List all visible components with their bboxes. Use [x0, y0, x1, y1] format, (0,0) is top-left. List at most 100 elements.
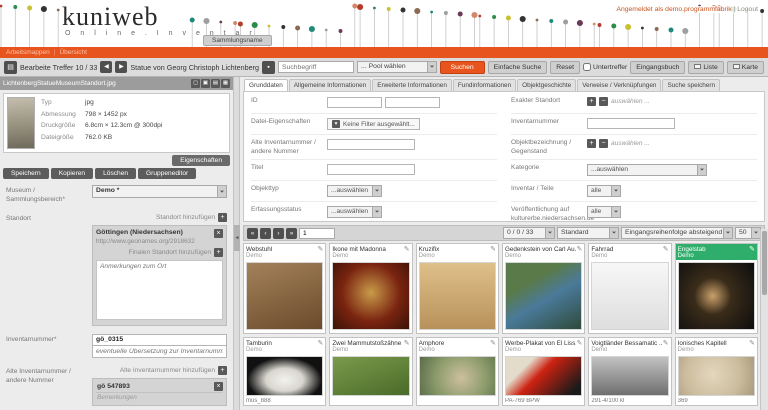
layout-select[interactable]: Standard	[557, 227, 619, 239]
result-card[interactable]: Zwei Mammutstoßzähne ✎ Demo	[329, 337, 413, 406]
remove-alte-nummer-icon[interactable]: ×	[214, 381, 223, 391]
add-icon[interactable]: +	[587, 139, 596, 148]
edit-pencil-icon[interactable]: ✎	[317, 339, 323, 347]
remove-icon[interactable]: −	[599, 97, 608, 106]
group-editor-button[interactable]: Gruppeneditor	[138, 168, 197, 179]
result-card[interactable]: Gedenkstein von Carl Au... ✎ Demo	[502, 243, 586, 334]
result-card[interactable]: Ikone mit Madonna ✎ Demo	[329, 243, 413, 334]
save-button[interactable]: Speichern	[3, 168, 49, 179]
edit-pencil-icon[interactable]: ✎	[317, 245, 323, 253]
result-card[interactable]: Webstuhl ✎ Demo	[243, 243, 327, 334]
next-page-button[interactable]: ›	[273, 227, 284, 239]
first-page-button[interactable]: «	[247, 227, 258, 239]
alte-nummer-remarks-placeholder[interactable]: Bemerkungen	[96, 391, 223, 402]
tab-allgemeine-informationen[interactable]: Allgemeine Informationen	[288, 79, 372, 91]
card-image[interactable]	[246, 262, 324, 330]
edit-pencil-icon[interactable]: ✎	[490, 339, 496, 347]
museum-select[interactable]: Demo *	[92, 185, 227, 198]
result-card[interactable]: Tamburin ✎ Demo mus_888	[243, 337, 327, 406]
inventarnummer-search-input[interactable]	[587, 118, 675, 129]
tab-fundinformationen[interactable]: Fundinformationen	[452, 79, 517, 91]
edit-pencil-icon[interactable]: ✎	[576, 245, 582, 253]
edit-pencil-icon[interactable]: ✎	[663, 339, 669, 347]
print-card-button[interactable]: Karte	[726, 60, 764, 74]
card-image[interactable]	[332, 262, 410, 330]
inventarnummer-translation-input[interactable]	[92, 345, 227, 358]
logout-link[interactable]: Logout	[737, 6, 758, 13]
objekttyp-select[interactable]: ...auswählen	[327, 185, 382, 198]
id-to-input[interactable]	[385, 97, 440, 108]
scrollbar-thumb[interactable]	[762, 231, 767, 295]
previous-page-button[interactable]: ‹	[260, 227, 271, 239]
result-card[interactable]: Ionisches Kapitell ✎ Demo 369	[674, 337, 758, 406]
titel-search-input[interactable]	[327, 164, 415, 176]
search-input[interactable]	[278, 61, 355, 73]
search-options-icon[interactable]: ▪	[262, 60, 276, 74]
previous-record-button[interactable]: ◀	[100, 61, 113, 73]
add-standort-button[interactable]: +	[218, 212, 227, 222]
nav-link-uebersicht[interactable]: Übersicht	[59, 49, 86, 56]
tab-suche-speichern[interactable]: Suche speichern	[662, 79, 721, 91]
geonames-link[interactable]: http://www.geonames.org/2918632	[96, 238, 223, 245]
add-alte-nummer-button[interactable]: +	[218, 365, 227, 375]
standort-notes-textarea[interactable]	[96, 259, 223, 320]
inventarnummer-input[interactable]	[92, 333, 227, 346]
sort-order-select[interactable]: Eingangsreihenfolge absteigend	[621, 227, 733, 239]
result-card[interactable]: Werbe-Plakat von El Liss... ✎ Demo PA-76…	[502, 337, 586, 406]
subhits-checkbox[interactable]	[583, 63, 592, 71]
inventar-teile-select[interactable]: alle	[587, 185, 621, 198]
edit-pencil-icon[interactable]: ✎	[749, 339, 755, 347]
card-image[interactable]	[591, 356, 669, 396]
card-image[interactable]	[332, 356, 410, 396]
fullscreen-icon[interactable]: ▤	[211, 79, 220, 88]
card-image[interactable]	[418, 262, 496, 330]
per-page-select[interactable]: 50	[735, 227, 761, 239]
zoom-icon[interactable]: ▣	[201, 79, 210, 88]
accession-book-button[interactable]: Eingangsbuch	[630, 60, 686, 74]
rotate-icon[interactable]: ◻	[191, 79, 200, 88]
tab-erweiterte-informationen[interactable]: Erweiterte Informationen	[372, 79, 452, 91]
result-card[interactable]: Amphore ✎ Demo	[415, 337, 499, 406]
file-filter-button[interactable]: ▾ Keine Filter ausgewählt...	[327, 118, 420, 130]
id-from-input[interactable]	[327, 97, 382, 108]
menu-icon[interactable]: ▤	[4, 60, 17, 74]
card-image[interactable]	[246, 356, 324, 396]
card-image[interactable]	[677, 262, 755, 330]
edit-pencil-icon[interactable]: ✎	[404, 339, 410, 347]
alte-nummer-search-input[interactable]	[327, 139, 415, 150]
edit-pencil-icon[interactable]: ✎	[404, 245, 410, 253]
copy-button[interactable]: Kopieren	[50, 168, 94, 179]
erfassungsstatus-select[interactable]: ...auswählen	[327, 206, 382, 219]
result-card[interactable]: Engelstab ✎ Demo	[674, 243, 758, 334]
card-image[interactable]	[505, 356, 583, 396]
results-scrollbar[interactable]	[760, 229, 768, 410]
kategorie-select[interactable]: ...auswählen	[587, 164, 707, 177]
pool-select[interactable]: ... Pool wählen	[357, 61, 437, 73]
tab-verweise-verknuepfungen[interactable]: Verweise / Verknüpfungen	[577, 79, 662, 91]
simple-search-button[interactable]: Einfache Suche	[487, 60, 548, 74]
nav-link-arbeitsmappen[interactable]: Arbeitsmappen	[6, 49, 50, 56]
result-card[interactable]: Voigtländer Bessamatic ... ✎ Demo 291-4/…	[588, 337, 672, 406]
last-page-button[interactable]: »	[286, 227, 297, 239]
tab-grunddaten[interactable]: Grunddaten	[244, 79, 288, 91]
delete-button[interactable]: Löschen	[95, 168, 137, 179]
remove-standort-icon[interactable]: ×	[214, 228, 223, 238]
result-card[interactable]: Kruzifix ✎ Demo	[415, 243, 499, 334]
veroeffentlichung-select[interactable]: alle	[587, 206, 621, 219]
edit-pencil-icon[interactable]: ✎	[749, 245, 755, 253]
result-count-select[interactable]: 0 / 0 / 33	[503, 227, 555, 239]
add-final-standort-button[interactable]: +	[214, 247, 223, 257]
tab-objektgeschichte[interactable]: Objektgeschichte	[517, 79, 577, 91]
download-icon[interactable]: ▦	[221, 79, 230, 88]
collection-name-button[interactable]: Sammlungsname	[203, 35, 272, 46]
edit-pencil-icon[interactable]: ✎	[490, 245, 496, 253]
edit-pencil-icon[interactable]: ✎	[663, 245, 669, 253]
card-image[interactable]	[418, 356, 496, 396]
remove-icon[interactable]: −	[599, 139, 608, 148]
next-record-button[interactable]: ▶	[115, 61, 128, 73]
add-icon[interactable]: +	[587, 97, 596, 106]
card-image[interactable]	[677, 356, 755, 396]
record-thumbnail[interactable]	[7, 97, 35, 149]
card-image[interactable]	[505, 262, 583, 330]
print-list-button[interactable]: Liste	[688, 60, 724, 74]
